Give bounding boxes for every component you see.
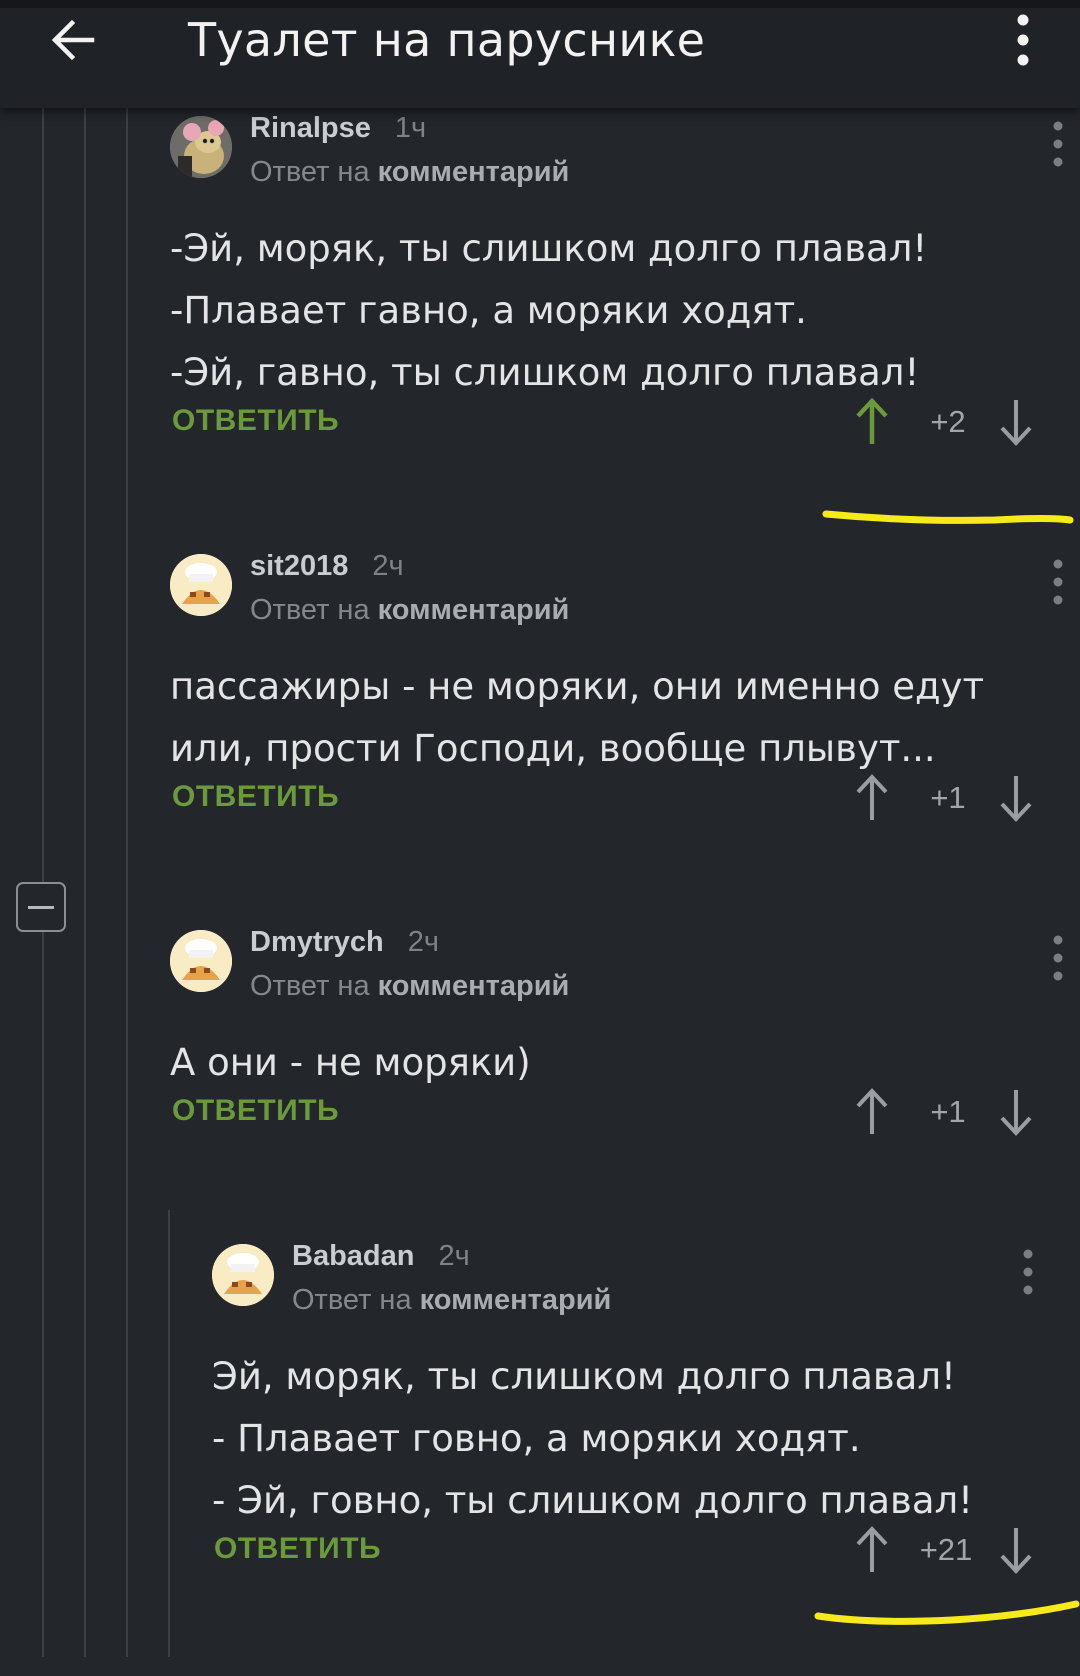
page-title: Туалет на паруснике [188,13,706,67]
status-bar-strip [0,0,1080,8]
upvote-arrow-icon[interactable] [852,1524,892,1576]
mouse-avatar-icon[interactable] [170,116,232,178]
reply-to-link[interactable]: Ответ на комментарий [250,156,569,189]
downvote-arrow-icon[interactable] [996,396,1036,448]
comment-body: пассажиры - не моряки, они именно едут и… [170,665,985,770]
vote-score: +21 [919,1532,973,1567]
downvote-arrow-icon[interactable] [996,772,1036,824]
chef-avatar-icon[interactable] [170,554,232,616]
thread-line [42,108,44,882]
comment-body: -Эй, моряк, ты слишком долго плавал! -Пл… [170,227,928,394]
upvote-arrow-icon[interactable] [852,772,892,824]
yellow-highlight-stroke [822,510,1074,524]
downvote-arrow-icon[interactable] [996,1524,1036,1576]
downvote-arrow-icon[interactable] [996,1086,1036,1138]
comment: Rinalpse 1ч Ответ на комментарий -Эй, мор… [170,108,1070,548]
comment-more-icon[interactable] [1046,934,1070,982]
thread-line [84,108,86,1657]
comment-body: Эй, моряк, ты слишком долго плавал! - Пл… [212,1355,974,1522]
comment-more-icon[interactable] [1016,1248,1040,1296]
overflow-menu-icon[interactable] [1008,12,1038,68]
reply-button[interactable]: ОТВЕТИТЬ [172,404,339,438]
reply-to-link[interactable]: Ответ на комментарий [292,1284,611,1317]
reply-button[interactable]: ОТВЕТИТЬ [172,1094,339,1128]
upvote-arrow-icon[interactable] [852,396,892,448]
reply-button[interactable]: ОТВЕТИТЬ [172,780,339,814]
comment-time: 2ч [438,1240,470,1272]
vote-score: +2 [930,404,966,439]
thread-line [42,932,44,1657]
comment-time: 1ч [394,112,427,144]
comment-time: 2ч [372,550,404,582]
reply-to-link[interactable]: Ответ на комментарий [250,594,569,627]
vote-score: +1 [930,1094,966,1129]
chef-avatar-icon[interactable] [212,1244,274,1306]
comment-more-icon[interactable] [1046,558,1070,606]
back-arrow-icon[interactable] [44,10,104,70]
comment-body: А они - не моряки) [170,1041,531,1084]
comment-username[interactable]: sit2018 2ч [250,550,404,583]
top-app-bar: Туалет на паруснике [0,0,1080,108]
comment-username[interactable]: Rinalpse 1ч [250,112,426,145]
comment-time: 2ч [407,926,440,958]
yellow-highlight-stroke [814,1600,1080,1625]
comment: sit2018 2ч Ответ на комментарий пассажиры… [170,546,1070,986]
vote-score: +1 [930,780,966,815]
comment-username[interactable]: Babadan 2ч [292,1240,470,1273]
thread-line [126,108,128,1657]
reply-button[interactable]: ОТВЕТИТЬ [214,1532,381,1566]
reply-to-link[interactable]: Ответ на комментарий [250,970,569,1003]
chef-avatar-icon[interactable] [170,930,232,992]
comment-username[interactable]: Dmytrych 2ч [250,926,439,959]
comment-more-icon[interactable] [1046,120,1070,168]
collapse-thread-button[interactable] [16,882,66,932]
upvote-arrow-icon[interactable] [852,1086,892,1138]
